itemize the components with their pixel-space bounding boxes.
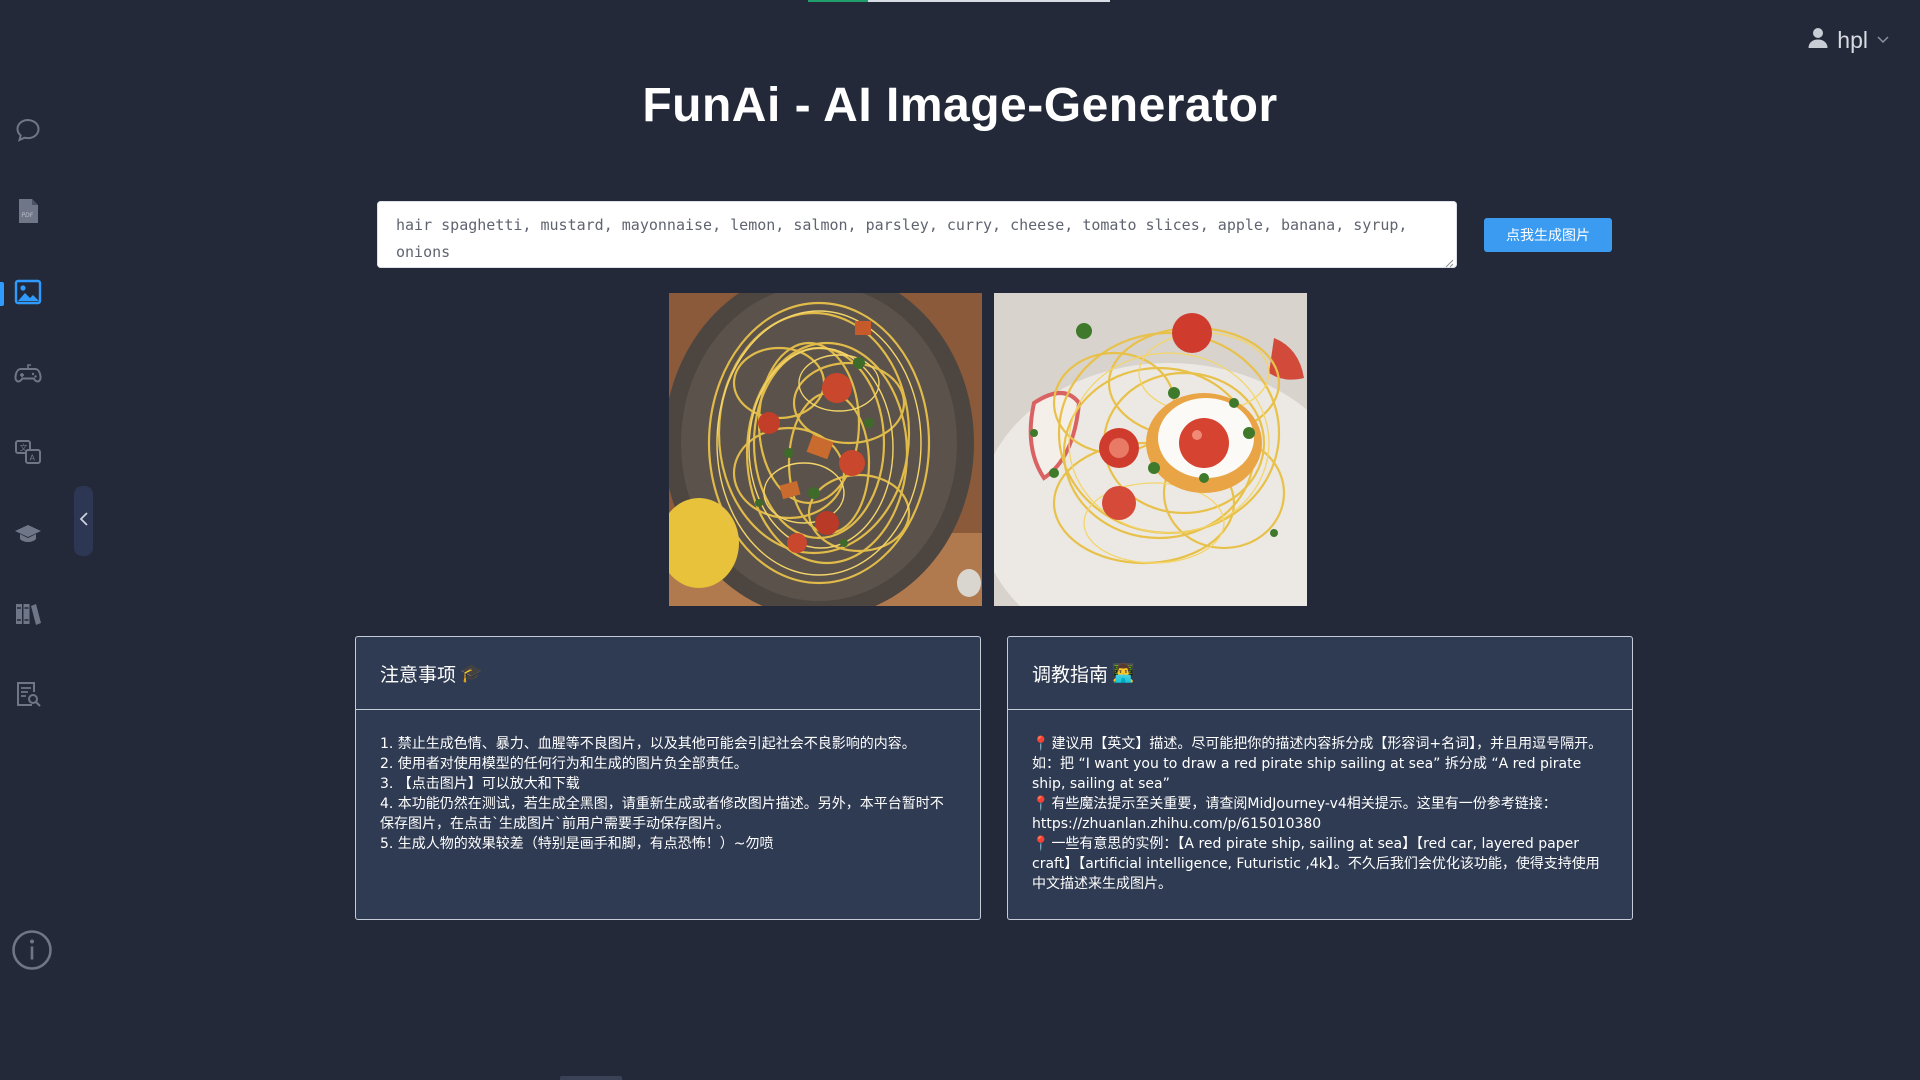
sidebar-item-library[interactable] bbox=[0, 596, 56, 636]
user-menu[interactable]: hpl bbox=[1807, 24, 1890, 56]
notice-card: 注意事项 🎓 1. 禁止生成色情、暴力、血腥等不良图片，以及其他可能会引起社会不… bbox=[355, 636, 981, 920]
result-image-2[interactable] bbox=[994, 293, 1307, 606]
notice-title: 注意事项 bbox=[380, 663, 457, 686]
graduation-cap-icon bbox=[13, 518, 43, 553]
pin-icon: 📍 bbox=[1032, 836, 1050, 852]
result-image-1[interactable] bbox=[669, 293, 982, 606]
notice-line: 5. 生成人物的效果较差（特别是画手和脚，有点恐怖！）~勿喷 bbox=[380, 836, 774, 852]
username-label: hpl bbox=[1837, 26, 1868, 53]
sidebar-collapse-button[interactable] bbox=[74, 486, 93, 556]
guide-line: 📍 建议用【英文】描述。尽可能把你的描述内容拆分成【形容词+名词】，并且用逗号隔开… bbox=[1032, 734, 1608, 794]
spaghetti-plate-image bbox=[669, 293, 982, 606]
technologist-emoji-icon: 👨‍💻 bbox=[1112, 662, 1135, 684]
books-icon bbox=[13, 599, 43, 634]
guide-line-text: 建议用【英文】描述。尽可能把你的描述内容拆分成【形容词+名词】，并且用逗号隔开。… bbox=[1032, 736, 1603, 792]
generate-image-button[interactable]: 点我生成图片 bbox=[1484, 218, 1612, 252]
sidebar: PDF 文A bbox=[0, 0, 60, 1080]
notice-card-header: 注意事项 🎓 bbox=[356, 637, 980, 710]
pdf-icon: PDF bbox=[13, 196, 43, 231]
image-icon bbox=[13, 277, 43, 312]
graduation-cap-emoji-icon: 🎓 bbox=[460, 662, 483, 684]
pin-icon: 📍 bbox=[1032, 796, 1050, 812]
notice-line: 1. 禁止生成色情、暴力、血腥等不良图片，以及其他可能会引起社会不良影响的内容。 bbox=[380, 736, 916, 752]
guide-line: 📍 有些魔法提示至关重要，请查阅MidJourney-v4相关提示。这里有一份参考… bbox=[1032, 794, 1608, 834]
spaghetti-egg-image bbox=[994, 293, 1307, 606]
guide-title: 调教指南 bbox=[1032, 663, 1109, 686]
svg-text:文: 文 bbox=[20, 442, 28, 452]
guide-card-header: 调教指南 👨‍💻 bbox=[1008, 637, 1632, 710]
chevron-left-icon bbox=[79, 511, 89, 532]
document-search-icon bbox=[13, 679, 43, 714]
resize-handle-icon[interactable] bbox=[1444, 255, 1454, 268]
sidebar-item-translate[interactable]: 文A bbox=[0, 434, 56, 474]
notice-line: 3. 【点击图片】可以放大和下载 bbox=[380, 776, 580, 792]
sidebar-item-image[interactable] bbox=[0, 274, 56, 314]
user-icon bbox=[1807, 27, 1829, 54]
pin-icon: 📍 bbox=[1032, 736, 1050, 752]
sidebar-item-study[interactable] bbox=[0, 515, 56, 555]
guide-body: 📍 建议用【英文】描述。尽可能把你的描述内容拆分成【形容词+名词】，并且用逗号隔开… bbox=[1008, 710, 1632, 894]
svg-text:A: A bbox=[30, 453, 36, 462]
svg-text:PDF: PDF bbox=[22, 212, 34, 219]
info-button[interactable] bbox=[10, 929, 54, 976]
guide-line-text: 一些有意思的实例：【A red pirate ship, sailing at … bbox=[1032, 836, 1600, 892]
guide-line-text: 有些魔法提示至关重要，请查阅MidJourney-v4相关提示。这里有一份参考链… bbox=[1032, 796, 1557, 832]
sidebar-item-game[interactable] bbox=[0, 356, 56, 396]
gamepad-icon bbox=[13, 359, 43, 394]
info-icon bbox=[11, 929, 53, 976]
notice-body: 1. 禁止生成色情、暴力、血腥等不良图片，以及其他可能会引起社会不良影响的内容。… bbox=[356, 710, 980, 854]
loading-progress-bar bbox=[808, 0, 1110, 2]
notice-line: 2. 使用者对使用模型的任何行为和生成的图片负全部责任。 bbox=[380, 756, 748, 772]
guide-line: 📍 一些有意思的实例：【A red pirate ship, sailing at… bbox=[1032, 834, 1608, 894]
loading-progress-fill bbox=[808, 0, 869, 2]
guide-card: 调教指南 👨‍💻 📍 建议用【英文】描述。尽可能把你的描述内容拆分成【形容词+名词… bbox=[1007, 636, 1633, 920]
prompt-container bbox=[377, 201, 1457, 268]
sidebar-item-pdf[interactable]: PDF bbox=[0, 193, 56, 233]
chevron-down-icon bbox=[1876, 31, 1890, 49]
prompt-textarea[interactable] bbox=[377, 201, 1457, 268]
notice-line: 4. 本功能仍然在测试，若生成全黑图，请重新生成或者修改图片描述。另外，本平台暂… bbox=[380, 796, 944, 832]
translate-icon: 文A bbox=[13, 437, 43, 472]
page-title: FunAi - AI Image-Generator bbox=[642, 79, 1278, 132]
bottom-scroll-indicator bbox=[560, 1076, 622, 1080]
sidebar-item-search[interactable] bbox=[0, 676, 56, 716]
app-root: PDF 文A hpl FunAi - AI Image-Generator ha… bbox=[0, 0, 1920, 1080]
